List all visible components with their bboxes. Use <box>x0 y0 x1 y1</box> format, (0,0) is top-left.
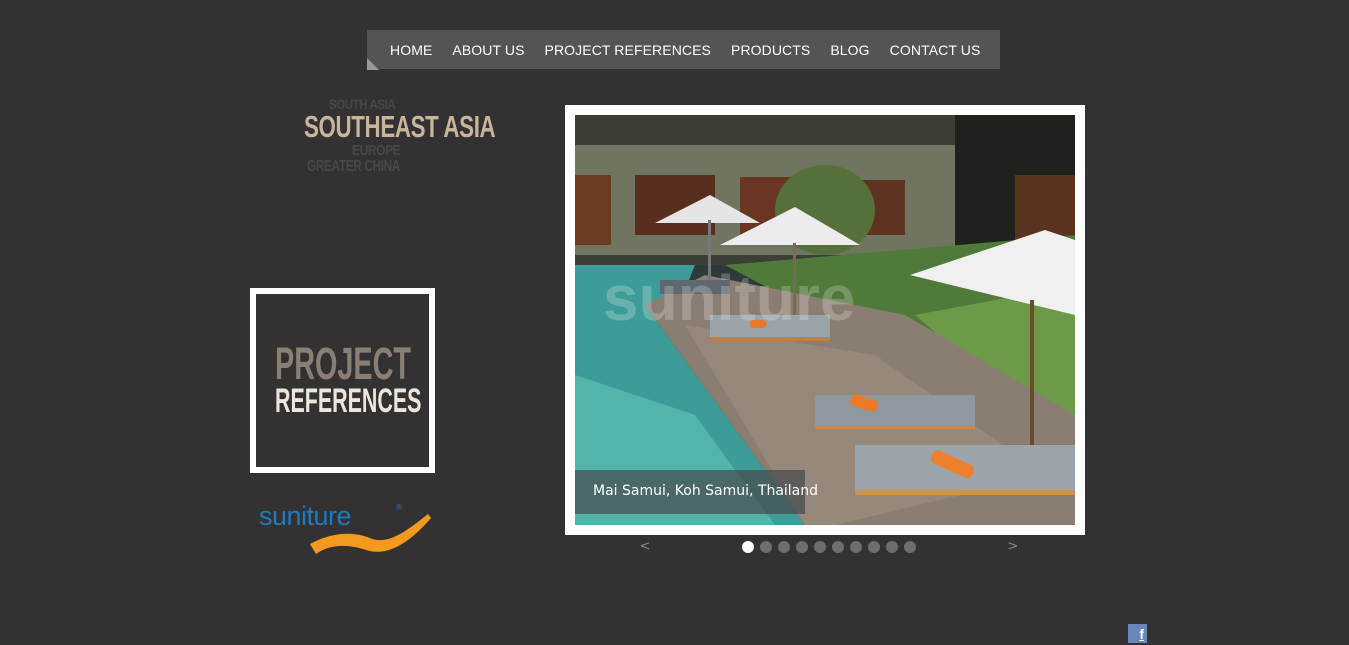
slider-dot[interactable] <box>796 541 808 553</box>
project-references-line2: REFERENCES <box>275 382 422 420</box>
slider-pagination <box>742 541 922 553</box>
slider-dot[interactable] <box>778 541 790 553</box>
region-southeast-asia[interactable]: SOUTHEAST ASIA <box>304 109 496 145</box>
slider-dot[interactable] <box>814 541 826 553</box>
slider-dot[interactable] <box>760 541 772 553</box>
logo-registered-mark: ® <box>395 503 403 512</box>
nav-fold-decoration <box>367 58 379 70</box>
image-slider: suniture Mai Samui, Koh Samui, Thailand <box>565 105 1085 535</box>
logo-text: suniture <box>259 501 352 531</box>
slide-caption: Mai Samui, Koh Samui, Thailand <box>575 470 818 514</box>
page: HOME ABOUT US PROJECT REFERENCES PRODUCT… <box>0 0 1349 645</box>
slider-dot[interactable] <box>742 541 754 553</box>
nav-contact-us[interactable]: CONTACT US <box>890 42 981 58</box>
nav-home[interactable]: HOME <box>390 42 432 58</box>
slider-dot[interactable] <box>904 541 916 553</box>
slide-watermark: suniture <box>603 262 855 334</box>
slider-dot[interactable] <box>868 541 880 553</box>
slider-prev-arrow[interactable]: < <box>638 540 652 554</box>
main-nav: HOME ABOUT US PROJECT REFERENCES PRODUCT… <box>367 30 1000 70</box>
slide-image[interactable]: suniture Mai Samui, Koh Samui, Thailand <box>575 115 1075 525</box>
region-greater-china[interactable]: GREATER CHINA <box>307 158 400 176</box>
nav-products[interactable]: PRODUCTS <box>731 42 810 58</box>
nav-blog[interactable]: BLOG <box>830 42 869 58</box>
slider-dot[interactable] <box>832 541 844 553</box>
slider-dot[interactable] <box>850 541 862 553</box>
facebook-icon[interactable]: f <box>1128 624 1147 643</box>
pool-deck-photo: suniture <box>575 115 1075 525</box>
nav-about-us[interactable]: ABOUT US <box>452 42 524 58</box>
slider-dot[interactable] <box>886 541 898 553</box>
nav-project-references[interactable]: PROJECT REFERENCES <box>545 42 711 58</box>
region-europe[interactable]: EUROPE <box>352 142 401 159</box>
project-references-box[interactable]: PROJECT REFERENCES <box>250 288 435 473</box>
region-tag-cloud: SOUTH ASIA SOUTHEAST ASIA EUROPE GREATER… <box>300 95 510 180</box>
suniture-logo[interactable]: suniture ® <box>258 500 433 558</box>
slider-next-arrow[interactable]: > <box>1006 540 1020 554</box>
